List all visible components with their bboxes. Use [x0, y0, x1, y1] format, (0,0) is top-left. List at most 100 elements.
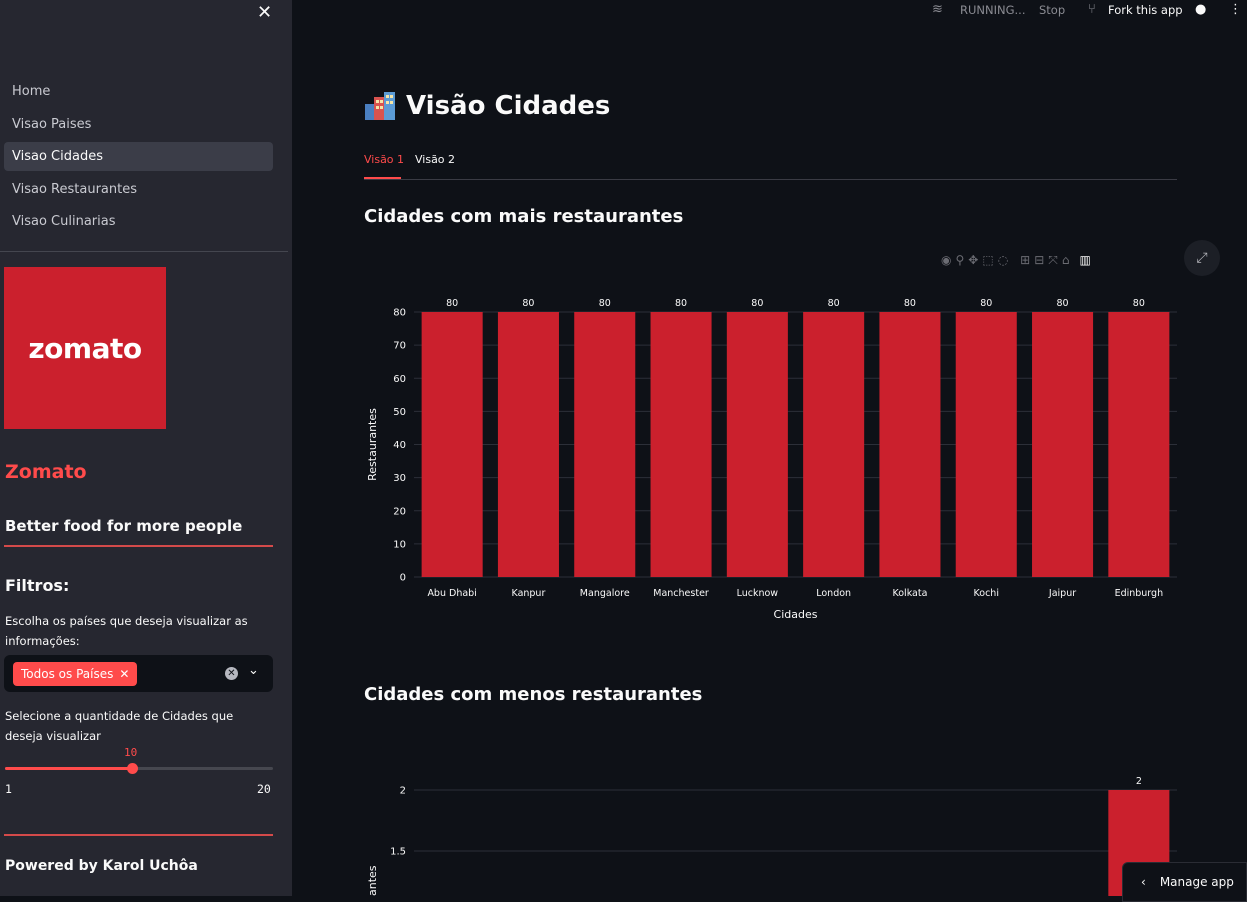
sidebar-item-visao-cidades[interactable]: Visao Cidades [4, 142, 273, 171]
x-tick-label: Edinburgh [1115, 588, 1164, 599]
zoom-in-icon[interactable]: ⊞ [1020, 253, 1030, 268]
x-tick-label: Manchester [653, 588, 709, 599]
sidebar-nav: Home Visao Paises Visao Cidades Visao Re… [4, 77, 273, 240]
y-axis-title: Restaurantes [366, 408, 379, 481]
zoom-out-icon[interactable]: ⊟ [1034, 253, 1044, 268]
data-label: 80 [446, 298, 458, 309]
countries-label: Escolha os países que deseja visualizar … [5, 614, 248, 648]
reset-axes-icon[interactable]: ⌂ [1062, 253, 1070, 268]
countries-multiselect[interactable]: Todos os Países ✕ ✕ ⌄ [4, 655, 273, 692]
tab-visao-2[interactable]: Visão 2 [415, 153, 455, 166]
chevron-down-icon[interactable]: ⌄ [248, 663, 259, 678]
plotly-logo-icon[interactable]: ▥ [1080, 253, 1091, 268]
bar [1032, 312, 1094, 577]
y-tick-label: 60 [393, 374, 406, 385]
powered-by: Powered by Karol Uchôa [5, 858, 198, 874]
bar [574, 312, 636, 577]
y-tick-label: 2 [400, 786, 406, 797]
fork-icon: ⑂ [1088, 2, 1096, 17]
more-menu-icon[interactable]: ⋮ [1229, 2, 1242, 17]
bar [421, 312, 483, 577]
page-title-text: Visão Cidades [406, 91, 611, 121]
y-tick-label: 50 [393, 407, 406, 418]
slider-thumb[interactable] [126, 763, 138, 774]
lasso-icon[interactable]: ◌ [998, 253, 1008, 268]
y-axis-title: antes [366, 865, 379, 896]
y-tick-label: 20 [393, 506, 406, 517]
stop-button[interactable]: Stop [1039, 3, 1065, 17]
camera-icon[interactable]: ◉ [941, 253, 951, 268]
x-axis-title: Cidades [774, 608, 818, 621]
data-label: 80 [904, 298, 916, 309]
brand-title: Zomato [5, 461, 87, 483]
chart-top-cities: 0 10 20 30 40 50 60 70 80 80 Abu Dhabi 80 Kanpur 80 Ma… [366, 298, 1177, 621]
filters-heading: Filtros: [5, 576, 70, 595]
github-icon[interactable]: ● [1195, 2, 1206, 17]
data-label: 80 [828, 298, 840, 309]
y-tick-label: 0 [400, 573, 406, 584]
clear-all-icon[interactable]: ✕ [225, 667, 238, 680]
pan-icon[interactable]: ✥ [968, 253, 978, 268]
y-tick-label: 1.5 [390, 847, 406, 858]
country-tag[interactable]: Todos os Países ✕ [13, 662, 138, 686]
zomato-logo: zomato [4, 267, 166, 429]
x-tick-label: Lucknow [737, 588, 779, 599]
cities-slider[interactable] [5, 763, 273, 774]
running-icon: ≋ [932, 2, 943, 17]
chart1-title: Cidades com mais restaurantes [364, 206, 684, 227]
autoscale-icon[interactable]: ⤧ [1048, 253, 1058, 268]
fork-app-button[interactable]: Fork this app [1108, 3, 1183, 17]
bar [955, 312, 1017, 577]
y-tick-label: 10 [393, 539, 406, 550]
x-tick-label: Mangalore [580, 588, 630, 599]
bar [1108, 312, 1170, 577]
tab-visao-1[interactable]: Visão 1 [364, 153, 404, 166]
data-label: 80 [522, 298, 534, 309]
cities-label: Selecione a quantidade de Cidades que de… [5, 709, 234, 743]
chevron-left-icon: ‹ [1141, 875, 1146, 889]
plot-modebar: ◉ ⚲ ✥ ⬚ ◌ ⊞ ⊟ ⤧ ⌂ ▥ [941, 253, 1091, 268]
data-label: 80 [1057, 298, 1069, 309]
slider-max: 20 [257, 782, 271, 796]
data-label: 80 [980, 298, 992, 309]
manage-app-button[interactable]: ‹ Manage app [1122, 862, 1247, 902]
page-title: Visão Cidades [364, 91, 610, 121]
x-tick-label: Kanpur [512, 588, 546, 599]
manage-app-label: Manage app [1159, 875, 1234, 889]
data-label: 2 [1136, 776, 1142, 787]
sidebar-divider [0, 251, 288, 252]
tagline: Better food for more people [5, 517, 243, 535]
tab-bar: Visão 1 Visão 2 [364, 150, 1177, 180]
bar [879, 312, 941, 577]
data-label: 80 [751, 298, 763, 309]
x-tick-label: Jaipur [1048, 588, 1076, 599]
slider-fill [5, 767, 132, 770]
remove-tag-icon[interactable]: ✕ [119, 667, 129, 681]
sidebar-item-visao-culinarias[interactable]: Visao Culinarias [4, 207, 273, 236]
x-tick-label: Kochi [974, 588, 999, 599]
country-tag-label: Todos os Países [21, 667, 114, 681]
zoom-icon[interactable]: ⚲ [955, 253, 964, 268]
footer-divider [4, 834, 273, 836]
x-tick-label: Abu Dhabi [427, 588, 476, 599]
sidebar-item-visao-paises[interactable]: Visao Paises [4, 110, 273, 139]
close-sidebar-icon[interactable]: ✕ [257, 2, 272, 23]
logo-text: zomato [28, 331, 142, 365]
x-tick-label: London [816, 588, 851, 599]
sidebar-item-home[interactable]: Home [4, 77, 273, 106]
box-select-icon[interactable]: ⬚ [982, 253, 993, 268]
x-tick-label: Kolkata [892, 588, 927, 599]
data-label: 80 [599, 298, 611, 309]
y-tick-label: 80 [393, 308, 406, 319]
slider-value: 10 [124, 746, 138, 759]
slider-min: 1 [5, 782, 12, 796]
bar [497, 312, 559, 577]
bar [650, 312, 712, 577]
y-tick-label: 40 [393, 440, 406, 451]
sidebar-item-visao-restaurantes[interactable]: Visao Restaurantes [4, 175, 273, 204]
active-tab-indicator [364, 177, 401, 179]
fullscreen-icon[interactable]: ⤢ [1184, 240, 1220, 276]
y-tick-label: 70 [393, 341, 406, 352]
data-label: 80 [675, 298, 687, 309]
running-status: RUNNING... [960, 3, 1026, 17]
